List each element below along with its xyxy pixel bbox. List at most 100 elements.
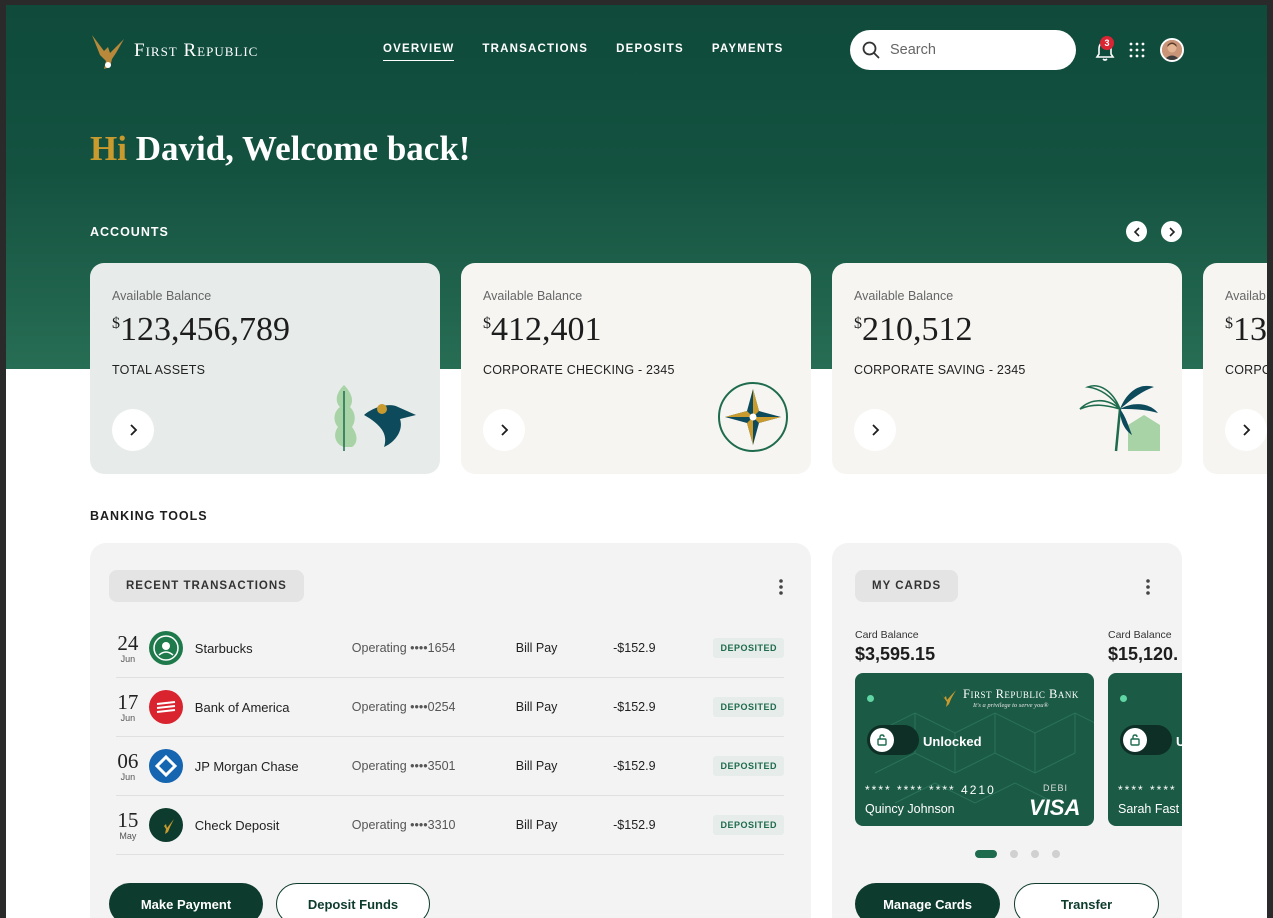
card-bank-name: First Republic Bank	[963, 687, 1079, 701]
chevron-right-icon	[129, 424, 137, 436]
transaction-account: Operating ••••3501	[351, 759, 456, 773]
account-open-button[interactable]	[854, 409, 896, 451]
more-options-icon[interactable]	[1145, 578, 1151, 596]
card-type: DEBI	[1043, 783, 1069, 793]
accounts-prev-button[interactable]	[1126, 221, 1147, 242]
unlock-icon	[1123, 728, 1147, 752]
transaction-merchant: Starbucks	[194, 640, 253, 656]
transaction-date: 06 Jun	[117, 748, 139, 782]
card-holder: Sarah Fast	[1118, 802, 1180, 816]
status-badge: DEPOSITED	[713, 697, 784, 717]
eagle-icon	[937, 688, 956, 707]
card-lock-toggle[interactable]	[867, 725, 919, 755]
transaction-date: 17 Jun	[117, 689, 139, 723]
nav-overview[interactable]: OVERVIEW	[383, 43, 455, 61]
card-balance-label: Card Balance	[1108, 629, 1172, 641]
make-payment-button[interactable]: Make Payment	[109, 883, 263, 918]
card-holder: Quincy Johnson	[865, 802, 955, 816]
apps-grid-icon[interactable]	[1129, 42, 1145, 58]
transaction-amount: -$152.9	[613, 700, 656, 714]
search-box[interactable]	[850, 30, 1076, 70]
account-open-button[interactable]	[1225, 409, 1267, 451]
transaction-amount: -$152.9	[613, 641, 656, 655]
available-balance-label: Available Balance	[483, 289, 583, 303]
starbucks-logo-icon	[148, 631, 183, 665]
visa-logo: VISA	[1029, 795, 1081, 820]
account-card-total-assets[interactable]: Available Balance $123,456,789 TOTAL ASS…	[90, 263, 440, 474]
transaction-row[interactable]: 06 Jun JP Morgan Chase Operating ••••3501…	[116, 737, 784, 796]
debit-card[interactable]: First Republic Bank It's a privilege to …	[855, 673, 1094, 826]
carousel-dot[interactable]	[1031, 850, 1039, 858]
account-card-partial[interactable]: Availab $13 CORPO	[1203, 263, 1267, 474]
chevron-right-icon	[1242, 424, 1250, 436]
more-options-icon[interactable]	[778, 578, 784, 596]
user-icon	[1162, 40, 1182, 60]
nav-deposits[interactable]: DEPOSITS	[616, 43, 684, 61]
carousel-dot[interactable]	[1010, 850, 1018, 858]
account-open-button[interactable]	[483, 409, 525, 451]
palm-tree-illustration	[1079, 385, 1160, 452]
card-lock-state: U	[1176, 734, 1182, 749]
card-number: **** ****	[1118, 783, 1177, 797]
carousel-dot-active[interactable]	[975, 850, 997, 858]
account-card-saving[interactable]: Available Balance $210,512 CORPORATE SAV…	[832, 263, 1182, 474]
deposit-funds-button[interactable]: Deposit Funds	[276, 883, 430, 918]
card-status-dot	[1120, 695, 1127, 702]
carousel-dot[interactable]	[1052, 850, 1060, 858]
manage-cards-button[interactable]: Manage Cards	[855, 883, 1000, 918]
unlock-icon	[870, 728, 894, 752]
account-name: CORPO	[1225, 363, 1267, 377]
transaction-merchant: JP Morgan Chase	[194, 758, 299, 774]
transaction-account: Operating ••••3310	[351, 818, 456, 832]
transaction-row[interactable]: 24 Jun Starbucks Operating ••••1654 Bill …	[116, 619, 784, 678]
greeting-hi: Hi	[90, 129, 127, 168]
bank-of-america-logo-icon	[148, 690, 183, 724]
account-balance: $123,456,789	[112, 311, 290, 348]
tree-bird-illustration	[334, 385, 416, 451]
account-open-button[interactable]	[112, 409, 154, 451]
main-nav: OVERVIEW TRANSACTIONS DEPOSITS PAYMENTS	[383, 43, 812, 61]
app-window: First Republic OVERVIEW TRANSACTIONS DEP…	[6, 5, 1267, 918]
recent-transactions-title: RECENT TRANSACTIONS	[109, 570, 304, 602]
nav-transactions[interactable]: TRANSACTIONS	[482, 43, 588, 61]
card-status-dot	[867, 695, 874, 702]
account-card-checking[interactable]: Available Balance $412,401 CORPORATE CHE…	[461, 263, 811, 474]
search-input[interactable]	[890, 42, 1050, 58]
status-badge: DEPOSITED	[713, 756, 784, 776]
debit-card-clip: U **** **** Sarah Fast	[1108, 673, 1182, 826]
transaction-type: Bill Pay	[515, 759, 558, 773]
chevron-right-icon	[1168, 226, 1175, 237]
search-icon	[862, 41, 880, 59]
accounts-next-button[interactable]	[1161, 221, 1182, 242]
user-avatar[interactable]	[1160, 38, 1184, 62]
nav-payments[interactable]: PAYMENTS	[712, 43, 784, 61]
transfer-button[interactable]: Transfer	[1014, 883, 1159, 918]
banking-tools-title: BANKING TOOLS	[90, 509, 208, 523]
transaction-account: Operating ••••0254	[351, 700, 456, 714]
welcome-heading: Hi David, Welcome back!	[90, 129, 470, 169]
compass-illustration	[718, 382, 788, 452]
notification-badge: 3	[1100, 36, 1114, 50]
card-carousel-dots	[975, 850, 1073, 858]
transaction-type: Bill Pay	[515, 641, 558, 655]
account-balance: $412,401	[483, 311, 602, 348]
card-lock-toggle[interactable]	[1120, 725, 1172, 755]
transaction-row[interactable]: 17 Jun Bank of America Operating ••••0254…	[116, 678, 784, 737]
brand-name: First Republic	[134, 40, 259, 61]
brand-logo[interactable]: First Republic	[90, 31, 258, 71]
card-tagline: It's a privilege to serve you®	[973, 702, 1049, 709]
account-name: CORPORATE CHECKING - 2345	[483, 363, 675, 377]
first-republic-logo-icon	[148, 808, 183, 842]
transaction-account: Operating ••••1654	[351, 641, 456, 655]
transaction-row[interactable]: 15 May Check Deposit Operating ••••3310 B…	[116, 796, 784, 855]
transaction-merchant: Check Deposit	[194, 817, 280, 833]
transaction-amount: -$152.9	[613, 818, 656, 832]
transaction-date: 15 May	[117, 807, 139, 841]
debit-card[interactable]: U **** **** Sarah Fast	[1108, 673, 1182, 826]
recent-transactions-panel: RECENT TRANSACTIONS 24 Jun Starbucks Oper…	[90, 543, 811, 918]
transaction-amount: -$152.9	[613, 759, 656, 773]
available-balance-label: Available Balance	[112, 289, 212, 303]
account-name: TOTAL ASSETS	[112, 363, 206, 377]
card-number: **** **** **** 4210	[865, 783, 996, 797]
available-balance-label: Available Balance	[854, 289, 954, 303]
